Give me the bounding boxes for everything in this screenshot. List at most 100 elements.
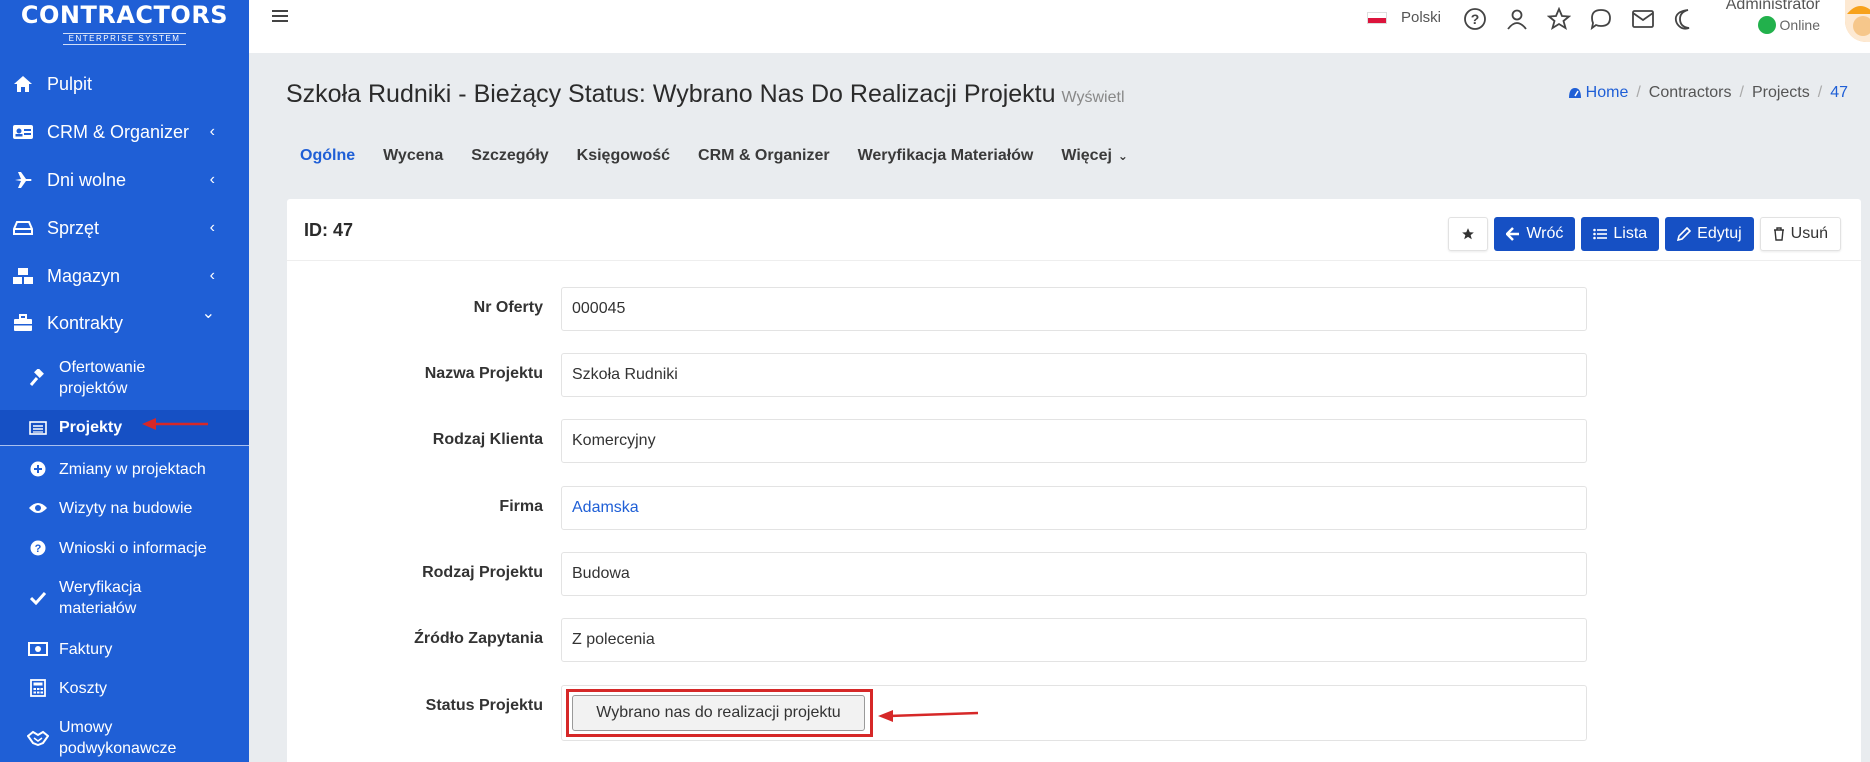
sidebar-item-kontrakty[interactable]: Kontrakty ⌄ bbox=[0, 305, 249, 337]
chevron-down-icon: ⌄ bbox=[201, 305, 215, 322]
briefcase-icon bbox=[10, 314, 36, 332]
user-menu[interactable]: Administrator Online bbox=[1725, 0, 1820, 34]
dashboard-icon bbox=[1568, 87, 1582, 99]
help-icon[interactable]: ? bbox=[1463, 7, 1487, 36]
field-label: Nazwa Projektu bbox=[424, 365, 543, 382]
plus-circle-icon bbox=[27, 461, 49, 477]
field-row-nr-oferty: Nr Oferty 000045 bbox=[287, 287, 1587, 331]
hamburger-menu-icon[interactable] bbox=[271, 8, 289, 29]
edit-button[interactable]: Edytuj bbox=[1665, 217, 1754, 251]
breadcrumb-home[interactable]: Home bbox=[1586, 84, 1629, 102]
sidebar-subitem-wnioski[interactable]: ? Wnioski o informacje bbox=[0, 537, 249, 559]
record-id: ID: 47 bbox=[304, 220, 354, 240]
tab-ksiegowosc[interactable]: Księgowość bbox=[577, 147, 670, 165]
favorite-button[interactable] bbox=[1448, 217, 1489, 251]
back-button[interactable]: Wróć bbox=[1494, 217, 1576, 251]
rodzaj-klienta-field[interactable]: Komercyjny bbox=[561, 419, 1587, 463]
sidebar-subitem-label: Ofertowanie projektów bbox=[59, 359, 146, 397]
sidebar-subitem-weryfikacja[interactable]: Weryfikacja materiałów bbox=[0, 576, 249, 620]
hdd-icon bbox=[10, 220, 36, 236]
breadcrumb-projects[interactable]: Projects bbox=[1752, 84, 1810, 102]
svg-text:?: ? bbox=[35, 543, 42, 555]
tab-crm-organizer[interactable]: CRM & Organizer bbox=[698, 147, 830, 165]
tab-wycena[interactable]: Wycena bbox=[383, 147, 443, 165]
brand-tagline: ENTERPRISE SYSTEM bbox=[62, 33, 187, 45]
action-buttons: Wróć Lista Edytuj Usuń bbox=[1448, 217, 1841, 251]
chevron-left-icon: ‹ bbox=[209, 171, 215, 188]
list-icon bbox=[1593, 228, 1608, 240]
avatar[interactable] bbox=[1845, 0, 1870, 42]
field-row-firma: Firma Adamska bbox=[287, 486, 1587, 530]
tab-weryfikacja-materialow[interactable]: Weryfikacja Materiałów bbox=[858, 147, 1034, 165]
sidebar-subitem-label: Projekty bbox=[59, 419, 123, 436]
gavel-icon bbox=[27, 369, 49, 387]
trash-icon bbox=[1773, 227, 1785, 241]
field-row-rodzaj-klienta: Rodzaj Klienta Komercyjny bbox=[287, 419, 1587, 463]
chevron-left-icon: ‹ bbox=[209, 219, 215, 236]
firma-link[interactable]: Adamska bbox=[561, 486, 1587, 530]
chevron-down-icon: ⌄ bbox=[1117, 149, 1128, 163]
rodzaj-projektu-field[interactable]: Budowa bbox=[561, 552, 1587, 596]
calculator-icon bbox=[27, 679, 49, 697]
user-status-label: Online bbox=[1779, 17, 1820, 33]
tab-wiecej[interactable]: Więcej ⌄ bbox=[1061, 147, 1128, 165]
field-label: Nr Oferty bbox=[473, 299, 543, 316]
sidebar-subitem-faktury[interactable]: Faktury bbox=[0, 638, 249, 660]
nazwa-projektu-field[interactable]: Szkoła Rudniki bbox=[561, 353, 1587, 397]
zrodlo-zapytania-field[interactable]: Z polecenia bbox=[561, 618, 1587, 662]
sidebar-item-pulpit[interactable]: Pulpit bbox=[0, 70, 249, 98]
eye-icon bbox=[27, 501, 49, 515]
field-label: Rodzaj Klienta bbox=[432, 431, 543, 448]
poland-flag-icon bbox=[1367, 11, 1387, 24]
nr-oferty-field[interactable]: 000045 bbox=[561, 287, 1587, 331]
edit-button-label: Edytuj bbox=[1697, 225, 1742, 242]
sidebar-item-sprzet[interactable]: Sprzęt ‹ bbox=[0, 214, 249, 242]
star-icon[interactable] bbox=[1546, 6, 1572, 36]
user-icon[interactable] bbox=[1505, 7, 1529, 36]
list-alt-icon bbox=[27, 420, 49, 435]
field-row-rodzaj-projektu: Rodzaj Projektu Budowa bbox=[287, 552, 1587, 596]
money-bill-icon bbox=[27, 642, 49, 656]
dark-mode-moon-icon[interactable] bbox=[1673, 7, 1697, 36]
sidebar-item-label: CRM & Organizer bbox=[47, 121, 190, 142]
list-button[interactable]: Lista bbox=[1581, 217, 1660, 251]
sidebar-item-label: Magazyn bbox=[47, 265, 121, 286]
tab-szczegoly[interactable]: Szczegóły bbox=[471, 147, 548, 165]
chevron-left-icon: ‹ bbox=[209, 123, 215, 140]
sidebar-subitem-projekty[interactable]: Projekty bbox=[0, 410, 249, 446]
tab-ogolne[interactable]: Ogólne bbox=[300, 147, 355, 165]
sidebar-item-label: Dni wolne bbox=[47, 169, 127, 190]
list-button-label: Lista bbox=[1613, 225, 1648, 242]
field-label: Status Projektu bbox=[425, 697, 543, 714]
breadcrumb-contractors[interactable]: Contractors bbox=[1649, 84, 1732, 102]
tab-label: Więcej bbox=[1061, 147, 1112, 164]
sidebar-item-crm[interactable]: CRM & Organizer ‹ bbox=[0, 118, 249, 146]
sidebar-item-dni-wolne[interactable]: Dni wolne ‹ bbox=[0, 166, 249, 194]
sidebar-item-label: Pulpit bbox=[47, 73, 93, 94]
sidebar-subitem-umowy[interactable]: Umowy podwykonawcze bbox=[0, 716, 249, 760]
language-label: Polski bbox=[1401, 9, 1442, 26]
annotation-arrow bbox=[142, 418, 208, 430]
breadcrumb-separator: / bbox=[1817, 84, 1823, 101]
sidebar-subitem-zmiany[interactable]: Zmiany w projektach bbox=[0, 458, 249, 480]
field-label: Rodzaj Projektu bbox=[422, 564, 543, 581]
online-status-dot bbox=[1757, 16, 1776, 34]
sidebar-item-label: Kontrakty bbox=[47, 312, 124, 333]
user-status: Online bbox=[1725, 16, 1820, 34]
language-selector[interactable]: Polski bbox=[1367, 9, 1441, 26]
delete-button-label: Usuń bbox=[1790, 225, 1828, 242]
back-button-label: Wróć bbox=[1526, 225, 1564, 242]
sidebar-subitem-ofertowanie[interactable]: Ofertowanie projektów bbox=[0, 356, 249, 400]
project-status-button[interactable]: Wybrano nas do realizacji projektu bbox=[572, 695, 865, 731]
sidebar-subitem-koszty[interactable]: Koszty bbox=[0, 677, 249, 699]
brand-logo[interactable]: CONTRACTORS ENTERPRISE SYSTEM bbox=[0, 0, 249, 45]
sidebar-item-magazyn[interactable]: Magazyn ‹ bbox=[0, 262, 249, 290]
mail-icon[interactable] bbox=[1631, 7, 1655, 36]
sidebar: CONTRACTORS ENTERPRISE SYSTEM Pulpit CRM… bbox=[0, 0, 249, 762]
sidebar-subitem-wizyty[interactable]: Wizyty na budowie bbox=[0, 497, 249, 519]
chevron-left-icon: ‹ bbox=[209, 267, 215, 284]
sidebar-subitem-label: Wizyty na budowie bbox=[59, 499, 193, 517]
chat-icon[interactable] bbox=[1589, 7, 1613, 36]
delete-button[interactable]: Usuń bbox=[1759, 217, 1841, 251]
sidebar-subitem-label: Umowy podwykonawcze bbox=[59, 719, 177, 757]
